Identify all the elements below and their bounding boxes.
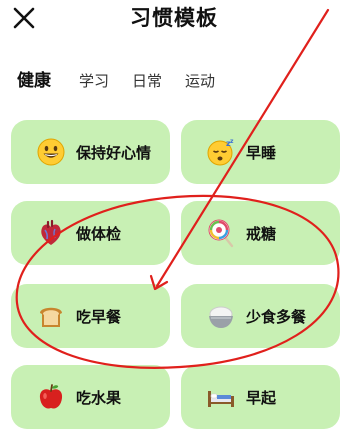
template-label: 保持好心情 [76,143,152,162]
template-label: 吃水果 [76,388,122,407]
heart-organ-icon [36,218,66,248]
page-title: 习惯模板 [130,6,218,30]
template-label: 少食多餐 [246,307,307,326]
template-label: 做体检 [76,224,122,243]
tab-health[interactable]: 健康 [17,66,51,91]
bread-icon [36,301,66,331]
template-label: 吃早餐 [76,307,122,326]
tab-sport[interactable]: 运动 [185,70,215,91]
template-card-eat-fruit[interactable]: 吃水果 [11,365,170,429]
template-card-breakfast[interactable]: 吃早餐 [11,284,170,348]
tab-study[interactable]: 学习 [79,70,109,91]
template-card-good-mood[interactable]: 保持好心情 [11,120,170,184]
template-card-wake-early[interactable]: 早起 [181,365,340,429]
template-label: 早起 [246,388,277,407]
apple-icon [36,382,66,412]
sleepy-face-icon: z z [206,137,236,167]
template-card-quit-sugar[interactable]: 戒糖 [181,201,340,265]
svg-text:z: z [230,138,234,145]
bed-icon [206,382,236,412]
tab-daily[interactable]: 日常 [132,70,162,91]
category-tabs: 健康 学习 日常 运动 [17,66,238,91]
rice-bowl-icon [206,301,236,331]
template-label: 戒糖 [246,224,277,243]
smiley-icon [36,137,66,167]
template-label: 早睡 [246,143,277,162]
template-card-sleep-early[interactable]: z z 早睡 [181,120,340,184]
lollipop-icon [206,218,236,248]
template-card-small-meals[interactable]: 少食多餐 [181,284,340,348]
template-card-checkup[interactable]: 做体检 [11,201,170,265]
